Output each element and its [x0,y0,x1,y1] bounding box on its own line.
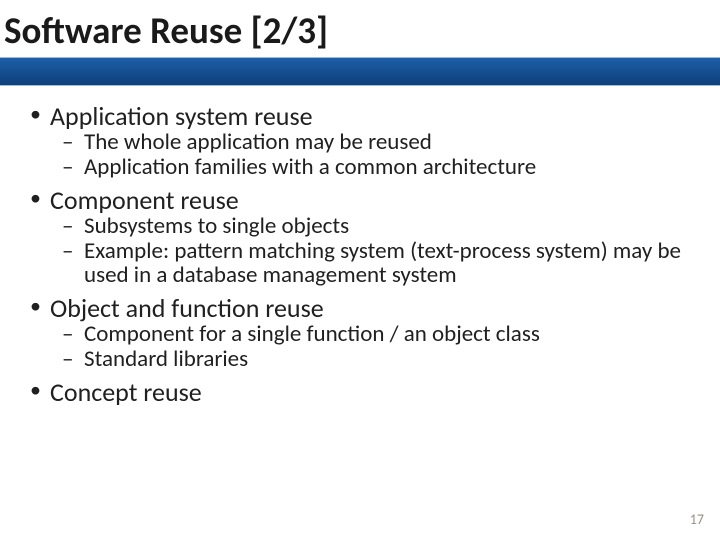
list-item: Component reuse Subsystems to single obj… [28,186,700,289]
bullet-text: Standard libraries [84,345,248,373]
bullet-text: Subsystems to single objects [84,212,349,240]
bullet-text: The whole application may be reused [84,128,432,156]
bullet-sublist: Component for a single function / an obj… [50,322,700,372]
list-item: Object and function reuse Component for … [28,294,700,372]
bullet-text: Component for a single function / an obj… [84,320,540,348]
list-item: The whole application may be reused [58,130,700,155]
list-item: Component for a single function / an obj… [58,322,700,347]
list-item: Application system reuse The whole appli… [28,102,700,180]
bullet-sublist: Subsystems to single objects Example: pa… [50,214,700,288]
title-band [0,57,720,86]
list-item: Subsystems to single objects [58,214,700,239]
bullet-list: Application system reuse The whole appli… [28,102,700,406]
title-region: Software Reuse [2/3] [0,0,720,86]
bullet-sublist: The whole application may be reused Appl… [50,130,700,180]
slide-title: Software Reuse [2/3] [4,8,328,53]
list-item: Standard libraries [58,347,700,372]
list-item: Application families with a common archi… [58,155,700,180]
bullet-text: Application families with a common archi… [84,153,536,181]
page-number: 17 [690,511,704,528]
list-item: Example: pattern matching system (text-p… [58,239,700,289]
bullet-text: Example: pattern matching system (text-p… [84,237,681,290]
list-item: Concept reuse [28,378,700,406]
slide-body: Application system reuse The whole appli… [0,86,720,406]
bullet-text: Concept reuse [50,376,202,408]
slide: Software Reuse [2/3] Application system … [0,0,720,540]
